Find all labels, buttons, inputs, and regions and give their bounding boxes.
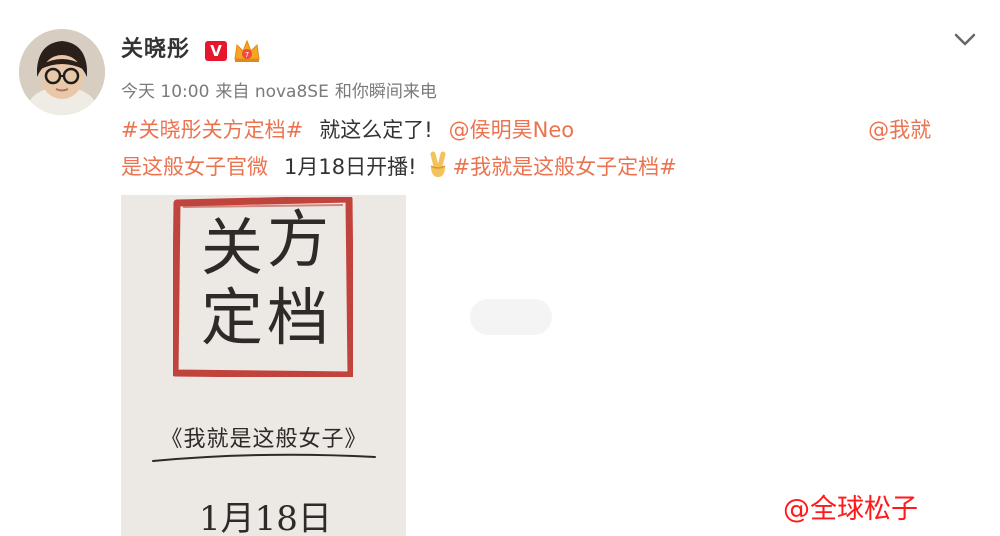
poster-title-char: 档 [267, 281, 330, 354]
crown-icon: 7 [232, 37, 262, 65]
mention-link[interactable]: @侯明昊Neo [449, 118, 574, 142]
poster-title-char: 关 [201, 211, 264, 284]
poster-date: 1月18日 [199, 499, 332, 536]
poster-title-char: 定 [201, 281, 264, 354]
hashtag-link[interactable]: #关晓彤关方定档# [121, 118, 303, 142]
post-text-line: 是这般女子官微 1月18日开播! #我就是这般女子定档# [121, 150, 677, 184]
post-image-poster[interactable]: 关 方 定 档 《我就是这般女子》 1月18日 [121, 195, 406, 536]
user-name[interactable]: 关晓彤 [121, 30, 190, 70]
source-tagline: 和你瞬间来电 [334, 82, 437, 102]
post-meta: 今天 10:00 来自 nova8SE 和你瞬间来电 [121, 78, 443, 106]
watermark-text: @全球松子 [783, 494, 918, 525]
avatar[interactable] [19, 29, 105, 115]
source-prefix: 来自 [215, 82, 250, 102]
blurred-region [470, 299, 552, 335]
poster-brush-underline [152, 453, 376, 462]
poster-show-title: 《我就是这般女子》 [160, 427, 368, 452]
mention-link-official-start[interactable]: @我就 [868, 118, 931, 142]
chevron-down-icon[interactable] [950, 24, 980, 54]
svg-text:7: 7 [245, 51, 249, 59]
source-device[interactable]: nova8SE [255, 82, 329, 102]
post-time[interactable]: 今天 10:00 [121, 82, 209, 102]
mention-link-official-end[interactable]: 是这般女子官微 [121, 155, 268, 179]
victory-hand-icon [423, 150, 453, 180]
poster-title-char: 方 [267, 203, 330, 276]
post-text: 1月18日开播! [284, 155, 417, 179]
hashtag-link[interactable]: #我就是这般女子定档# [453, 155, 677, 179]
verified-badge-icon: V [205, 41, 227, 61]
post-text: 就这么定了! [319, 118, 433, 142]
post-text-line: #关晓彤关方定档# 就这么定了! @侯明昊Neo @我就 [121, 113, 931, 147]
